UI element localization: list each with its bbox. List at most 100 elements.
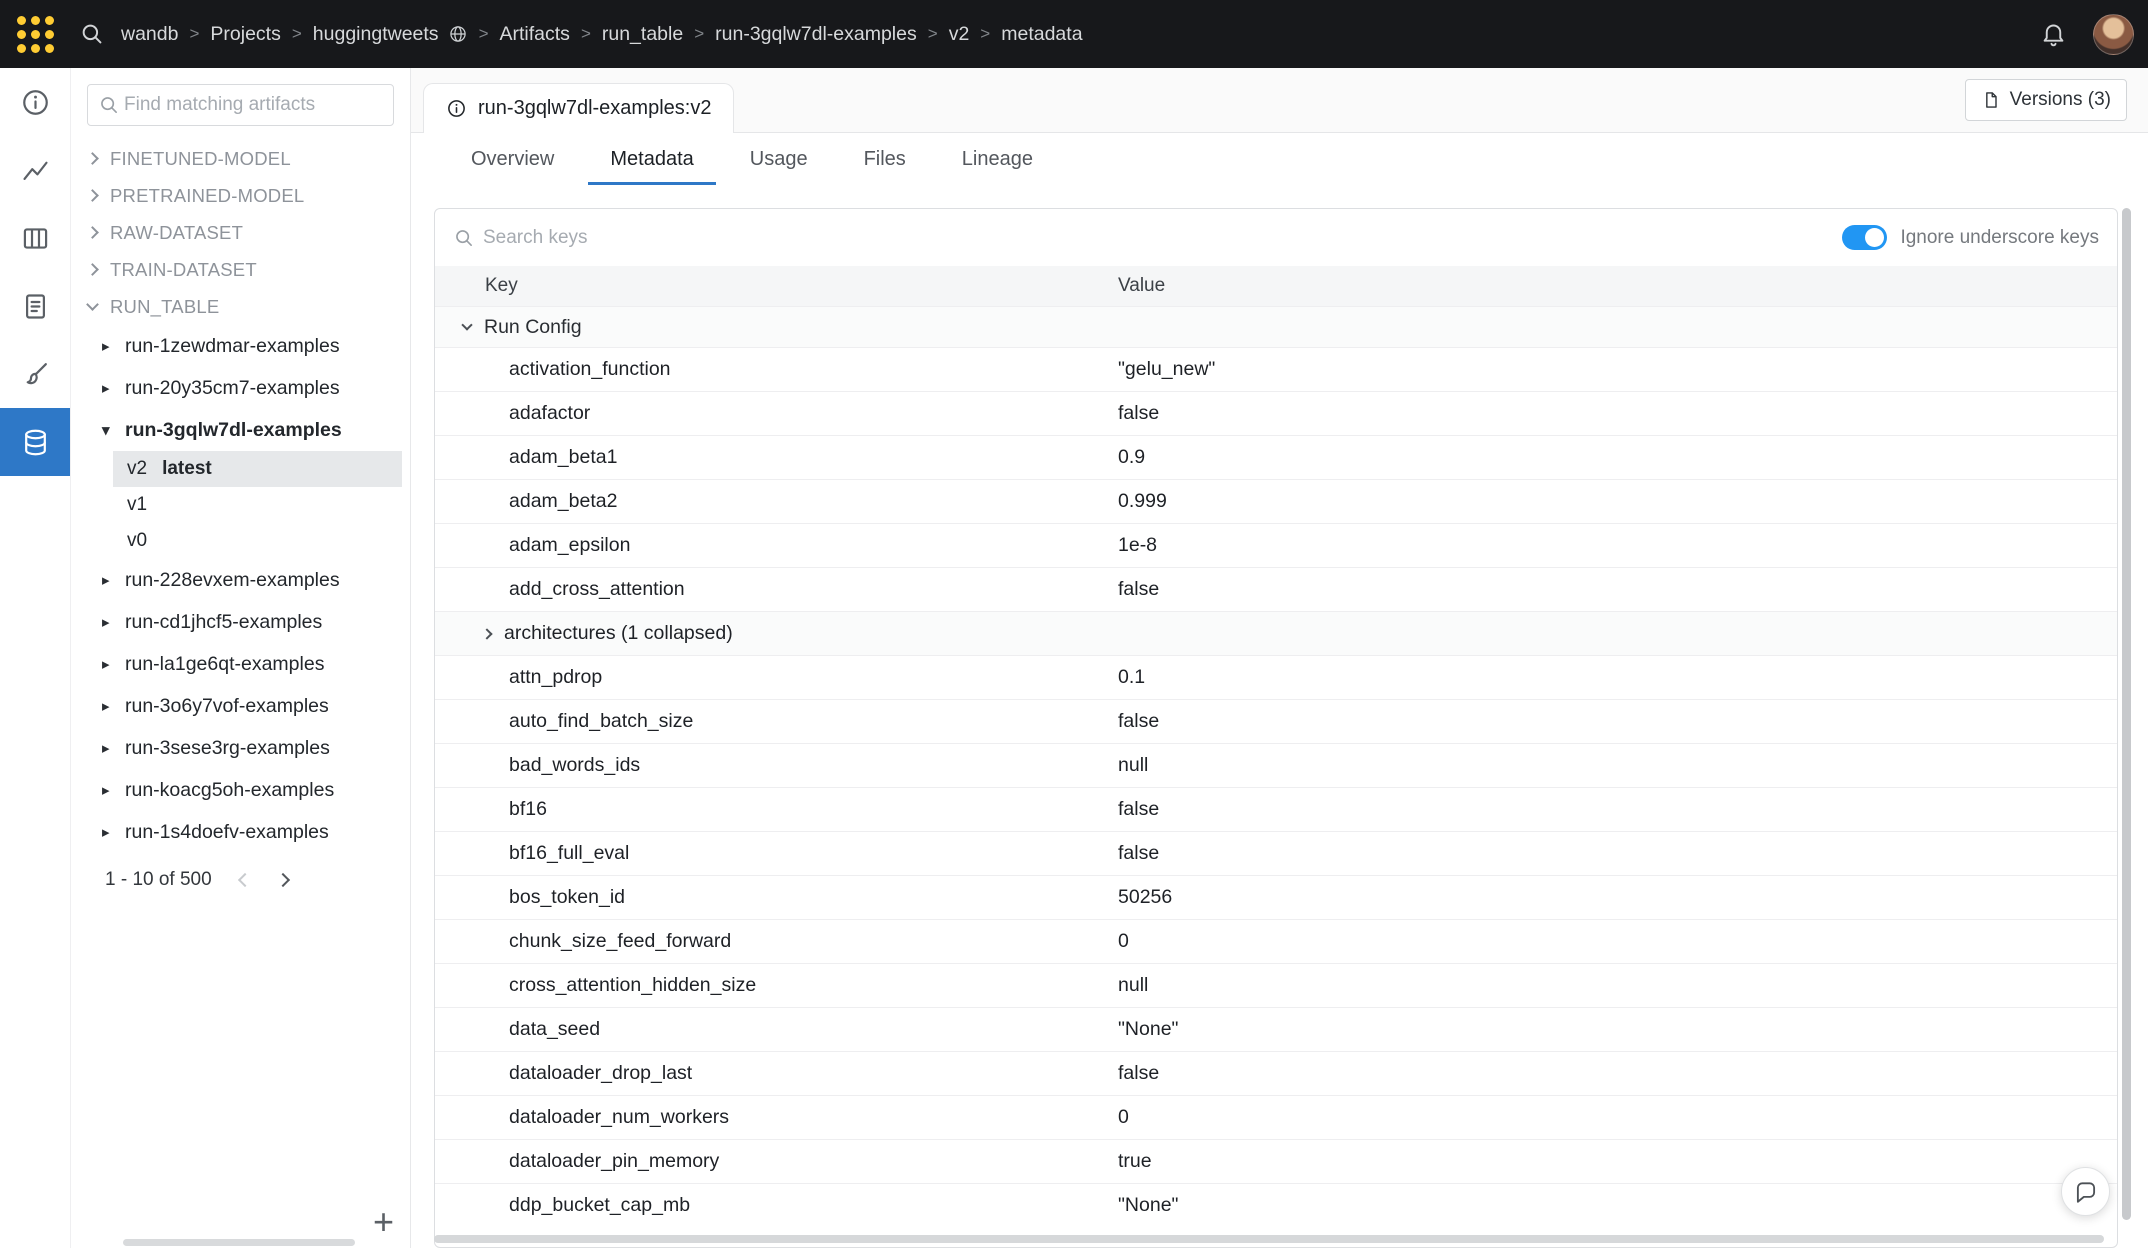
breadcrumb-separator: > — [694, 24, 704, 44]
key-label: ddp_bucket_cap_mb — [509, 1194, 690, 1217]
breadcrumb-v2[interactable]: v2 — [949, 23, 970, 46]
tree-version-v1[interactable]: v1 — [113, 487, 402, 523]
tree-item-run-20y35cm7-examples[interactable]: ▸run-20y35cm7-examples — [71, 367, 410, 409]
breadcrumb: wandb>Projects>huggingtweets>Artifacts>r… — [121, 23, 1083, 46]
tree-item-label: FINETUNED-MODEL — [110, 148, 291, 170]
breadcrumb-huggingtweets[interactable]: huggingtweets — [313, 23, 439, 46]
metadata-row-auto-find-batch-size: auto_find_batch_sizefalse — [435, 699, 2117, 743]
search-keys-input[interactable] — [483, 227, 863, 249]
tree-item-pretrained-model[interactable]: PRETRAINED-MODEL — [71, 177, 410, 214]
tree-version-v2[interactable]: v2latest — [113, 451, 402, 487]
nav-reports-icon[interactable] — [0, 272, 70, 340]
key-label: activation_function — [509, 358, 671, 381]
chevron-down-icon — [86, 298, 99, 311]
tree-item-label: run-3o6y7vof-examples — [125, 695, 329, 718]
tree-item-run-cd1jhcf5-examples[interactable]: ▸run-cd1jhcf5-examples — [71, 601, 410, 643]
tree-item-run-table[interactable]: RUN_TABLE — [71, 288, 410, 325]
left-icon-rail — [0, 68, 71, 1248]
wandb-logo-dots — [17, 16, 54, 53]
file-icon — [1981, 90, 2001, 110]
key-label: dataloader_pin_memory — [509, 1150, 719, 1173]
tree-item-train-dataset[interactable]: TRAIN-DATASET — [71, 251, 410, 288]
breadcrumb-run-table[interactable]: run_table — [602, 23, 683, 46]
tab-overview[interactable]: Overview — [443, 133, 582, 185]
tree-item-label: run-cd1jhcf5-examples — [125, 611, 322, 634]
key-label: add_cross_attention — [509, 578, 685, 601]
tree-item-finetuned-model[interactable]: FINETUNED-MODEL — [71, 140, 410, 177]
value-label: "gelu_new" — [1118, 358, 2117, 381]
tree-version-v0[interactable]: v0 — [113, 523, 402, 559]
tree-item-run-la1ge6qt-examples[interactable]: ▸run-la1ge6qt-examples — [71, 643, 410, 685]
vertical-scrollbar[interactable] — [2122, 208, 2131, 1220]
metadata-row-bos-token-id: bos_token_id50256 — [435, 875, 2117, 919]
horizontal-scrollbar[interactable] — [434, 1235, 2104, 1243]
ignore-underscore-toggle[interactable] — [1842, 225, 1887, 250]
value-label: null — [1118, 974, 2117, 997]
tree-item-run-3gqlw7dl-examples[interactable]: ▾run-3gqlw7dl-examples — [71, 409, 410, 451]
tree-item-label: TRAIN-DATASET — [110, 259, 257, 281]
triangle-right-icon: ▸ — [102, 571, 116, 589]
value-label: false — [1118, 578, 2117, 601]
next-page-icon[interactable] — [278, 875, 288, 885]
tab-lineage[interactable]: Lineage — [934, 133, 1061, 185]
value-label: false — [1118, 710, 2117, 733]
metadata-row-adam-beta2: adam_beta20.999 — [435, 479, 2117, 523]
nav-table-icon[interactable] — [0, 204, 70, 272]
triangle-right-icon: ▸ — [102, 379, 116, 397]
artifacts-sidebar: FINETUNED-MODEL PRETRAINED-MODELRAW-DATAS… — [71, 68, 411, 1248]
tab-files[interactable]: Files — [836, 133, 934, 185]
chevron-right-icon — [86, 152, 99, 165]
chat-button[interactable] — [2061, 1167, 2110, 1216]
nav-workspace-chart-icon[interactable] — [0, 136, 70, 204]
value-label: 0 — [1118, 930, 2117, 953]
prev-page-icon[interactable] — [240, 875, 250, 885]
tree-item-run-1zewdmar-examples[interactable]: ▸run-1zewdmar-examples — [71, 325, 410, 367]
tree-item-run-koacg5oh-examples[interactable]: ▸run-koacg5oh-examples — [71, 769, 410, 811]
tree-item-label: run-1s4doefv-examples — [125, 821, 329, 844]
breadcrumb-separator: > — [581, 24, 591, 44]
tab-usage[interactable]: Usage — [722, 133, 836, 185]
nav-info-icon[interactable] — [0, 68, 70, 136]
metadata-group-architectures-1-collapsed[interactable]: architectures (1 collapsed) — [435, 611, 2117, 655]
nav-brush-icon[interactable] — [0, 340, 70, 408]
artifact-search-box — [87, 84, 394, 126]
tree-item-label: run-koacg5oh-examples — [125, 779, 334, 802]
value-label: false — [1118, 798, 2117, 821]
sidebar-horizontal-scrollbar[interactable] — [123, 1239, 355, 1246]
tree-item-run-228evxem-examples[interactable]: ▸run-228evxem-examples — [71, 559, 410, 601]
breadcrumb-projects[interactable]: Projects — [210, 23, 280, 46]
tree-item-run-3sese3rg-examples[interactable]: ▸run-3sese3rg-examples — [71, 727, 410, 769]
pagination: 1 - 10 of 500 — [71, 869, 410, 891]
tree-item-label: run-3gqlw7dl-examples — [125, 419, 342, 442]
tree-item-raw-dataset[interactable]: RAW-DATASET — [71, 214, 410, 251]
search-icon — [98, 94, 120, 116]
avatar[interactable] — [2093, 14, 2134, 55]
metadata-row-bf16: bf16false — [435, 787, 2117, 831]
artifact-version-tab[interactable]: run-3gqlw7dl-examples:v2 — [423, 83, 734, 133]
chat-bubble-icon — [2073, 1179, 2099, 1205]
breadcrumb-wandb[interactable]: wandb — [121, 23, 178, 46]
metadata-group-run-config[interactable]: Run Config — [435, 306, 2117, 347]
add-artifact-button[interactable]: + — [373, 1204, 394, 1240]
tree-item-run-3o6y7vof-examples[interactable]: ▸run-3o6y7vof-examples — [71, 685, 410, 727]
breadcrumb-artifacts[interactable]: Artifacts — [500, 23, 570, 46]
column-header-value: Value — [1118, 275, 2117, 297]
tree-item-run-1s4doefv-examples[interactable]: ▸run-1s4doefv-examples — [71, 811, 410, 853]
notifications-bell-icon[interactable] — [2040, 21, 2067, 48]
value-label: false — [1118, 1062, 2117, 1085]
metadata-row-attn-pdrop: attn_pdrop0.1 — [435, 655, 2117, 699]
triangle-right-icon: ▸ — [102, 739, 116, 757]
wandb-logo[interactable] — [0, 0, 71, 68]
search-icon[interactable] — [79, 21, 105, 47]
breadcrumb-metadata[interactable]: metadata — [1001, 23, 1082, 46]
tab-metadata[interactable]: Metadata — [582, 133, 721, 185]
tree-item-label: v2 — [127, 458, 147, 480]
artifact-search-input[interactable] — [124, 94, 383, 116]
value-label: true — [1118, 1150, 2117, 1173]
artifact-header-strip: run-3gqlw7dl-examples:v2 Versions (3) — [411, 68, 2148, 133]
versions-button[interactable]: Versions (3) — [1965, 79, 2127, 121]
column-header-key: Key — [435, 275, 1118, 297]
breadcrumb-run-3gqlw7dl-examples[interactable]: run-3gqlw7dl-examples — [715, 23, 917, 46]
nav-artifacts-database-icon[interactable] — [0, 408, 70, 476]
key-label: dataloader_drop_last — [509, 1062, 692, 1085]
